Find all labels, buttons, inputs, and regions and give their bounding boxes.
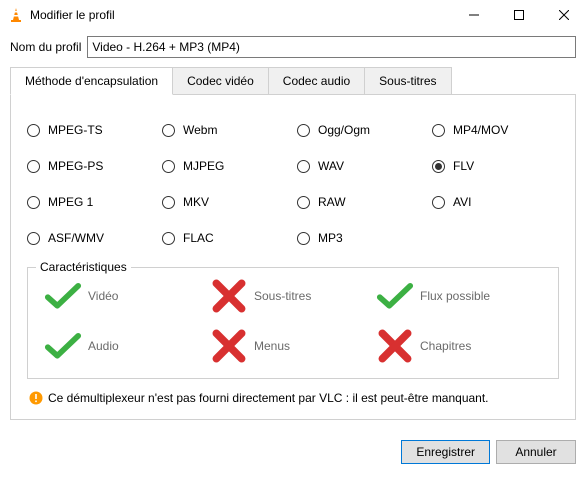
cross-icon	[210, 332, 248, 360]
tab-2[interactable]: Codec audio	[268, 67, 365, 94]
format-radio-mpeg-ts[interactable]: MPEG-TS	[27, 123, 154, 137]
characteristic-label: Flux possible	[420, 289, 490, 303]
tab-3[interactable]: Sous-titres	[364, 67, 451, 94]
characteristic-flux-possible: Flux possible	[376, 282, 542, 310]
radio-label: RAW	[318, 195, 346, 209]
radio-label: MJPEG	[183, 159, 224, 173]
radio-icon	[162, 196, 175, 209]
minimize-button[interactable]	[451, 0, 496, 30]
characteristic-label: Audio	[88, 339, 119, 353]
radio-icon	[432, 124, 445, 137]
radio-label: MKV	[183, 195, 209, 209]
radio-icon	[432, 160, 445, 173]
radio-icon	[162, 160, 175, 173]
vlc-cone-icon	[8, 7, 24, 23]
radio-label: MP3	[318, 231, 343, 245]
radio-icon	[297, 160, 310, 173]
tab-1[interactable]: Codec vidéo	[172, 67, 269, 94]
format-radio-mp4-mov[interactable]: MP4/MOV	[432, 123, 559, 137]
profile-name-label: Nom du profil	[10, 40, 81, 54]
radio-label: Webm	[183, 123, 217, 137]
radio-label: FLAC	[183, 231, 214, 245]
format-radio-mp3[interactable]: MP3	[297, 231, 424, 245]
format-radio-group: MPEG-TS Webm Ogg/Ogm MP4/MOV MPEG-PS MJPEG WAV…	[27, 123, 559, 245]
radio-label: ASF/WMV	[48, 231, 104, 245]
characteristics-legend: Caractéristiques	[36, 260, 131, 274]
save-button[interactable]: Enregistrer	[401, 440, 490, 464]
radio-label: AVI	[453, 195, 471, 209]
format-radio-webm[interactable]: Webm	[162, 123, 289, 137]
radio-label: FLV	[453, 159, 474, 173]
radio-icon	[27, 232, 40, 245]
format-radio-flv[interactable]: FLV	[432, 159, 559, 173]
radio-label: MPEG-TS	[48, 123, 103, 137]
format-radio-avi[interactable]: AVI	[432, 195, 559, 209]
format-radio-mkv[interactable]: MKV	[162, 195, 289, 209]
radio-icon	[162, 232, 175, 245]
format-radio-wav[interactable]: WAV	[297, 159, 424, 173]
cross-icon	[376, 332, 414, 360]
cancel-button[interactable]: Annuler	[496, 440, 576, 464]
radio-icon	[432, 196, 445, 209]
radio-icon	[27, 160, 40, 173]
warning-row: Ce démultiplexeur n'est pas fourni direc…	[29, 391, 559, 405]
radio-label: WAV	[318, 159, 344, 173]
tabs: Méthode d'encapsulationCodec vidéoCodec …	[10, 67, 576, 94]
tab-0[interactable]: Méthode d'encapsulation	[10, 67, 173, 95]
format-radio-ogg-ogm[interactable]: Ogg/Ogm	[297, 123, 424, 137]
cross-icon	[210, 282, 248, 310]
radio-icon	[297, 232, 310, 245]
tab-panel-encapsulation: MPEG-TS Webm Ogg/Ogm MP4/MOV MPEG-PS MJPEG WAV…	[11, 95, 575, 419]
check-icon	[44, 332, 82, 360]
radio-label: MPEG 1	[48, 195, 93, 209]
radio-icon	[297, 124, 310, 137]
characteristic-sous-titres: Sous-titres	[210, 282, 376, 310]
radio-label: Ogg/Ogm	[318, 123, 370, 137]
titlebar: Modifier le profil	[0, 0, 586, 30]
characteristic-chapitres: Chapitres	[376, 332, 542, 360]
check-icon	[44, 282, 82, 310]
characteristic-label: Sous-titres	[254, 289, 311, 303]
close-button[interactable]	[541, 0, 586, 30]
radio-icon	[162, 124, 175, 137]
characteristic-vid-o: Vidéo	[44, 282, 210, 310]
radio-icon	[297, 196, 310, 209]
format-radio-mpeg-ps[interactable]: MPEG-PS	[27, 159, 154, 173]
format-radio-asf-wmv[interactable]: ASF/WMV	[27, 231, 154, 245]
radio-icon	[27, 196, 40, 209]
characteristic-label: Vidéo	[88, 289, 118, 303]
maximize-button[interactable]	[496, 0, 541, 30]
characteristic-menus: Menus	[210, 332, 376, 360]
radio-label: MP4/MOV	[453, 123, 508, 137]
window-title: Modifier le profil	[30, 8, 451, 22]
characteristic-audio: Audio	[44, 332, 210, 360]
characteristic-label: Menus	[254, 339, 290, 353]
characteristic-label: Chapitres	[420, 339, 471, 353]
radio-icon	[27, 124, 40, 137]
dialog-button-row: Enregistrer Annuler	[0, 430, 586, 474]
characteristics-fieldset: Caractéristiques VidéoSous-titresFlux po…	[27, 267, 559, 379]
format-radio-mpeg-1[interactable]: MPEG 1	[27, 195, 154, 209]
format-radio-flac[interactable]: FLAC	[162, 231, 289, 245]
format-radio-raw[interactable]: RAW	[297, 195, 424, 209]
warning-text: Ce démultiplexeur n'est pas fourni direc…	[48, 391, 489, 405]
warning-icon	[29, 391, 43, 405]
profile-name-input[interactable]	[87, 36, 576, 58]
check-icon	[376, 282, 414, 310]
radio-label: MPEG-PS	[48, 159, 103, 173]
profile-name-row: Nom du profil	[10, 36, 576, 58]
format-radio-mjpeg[interactable]: MJPEG	[162, 159, 289, 173]
